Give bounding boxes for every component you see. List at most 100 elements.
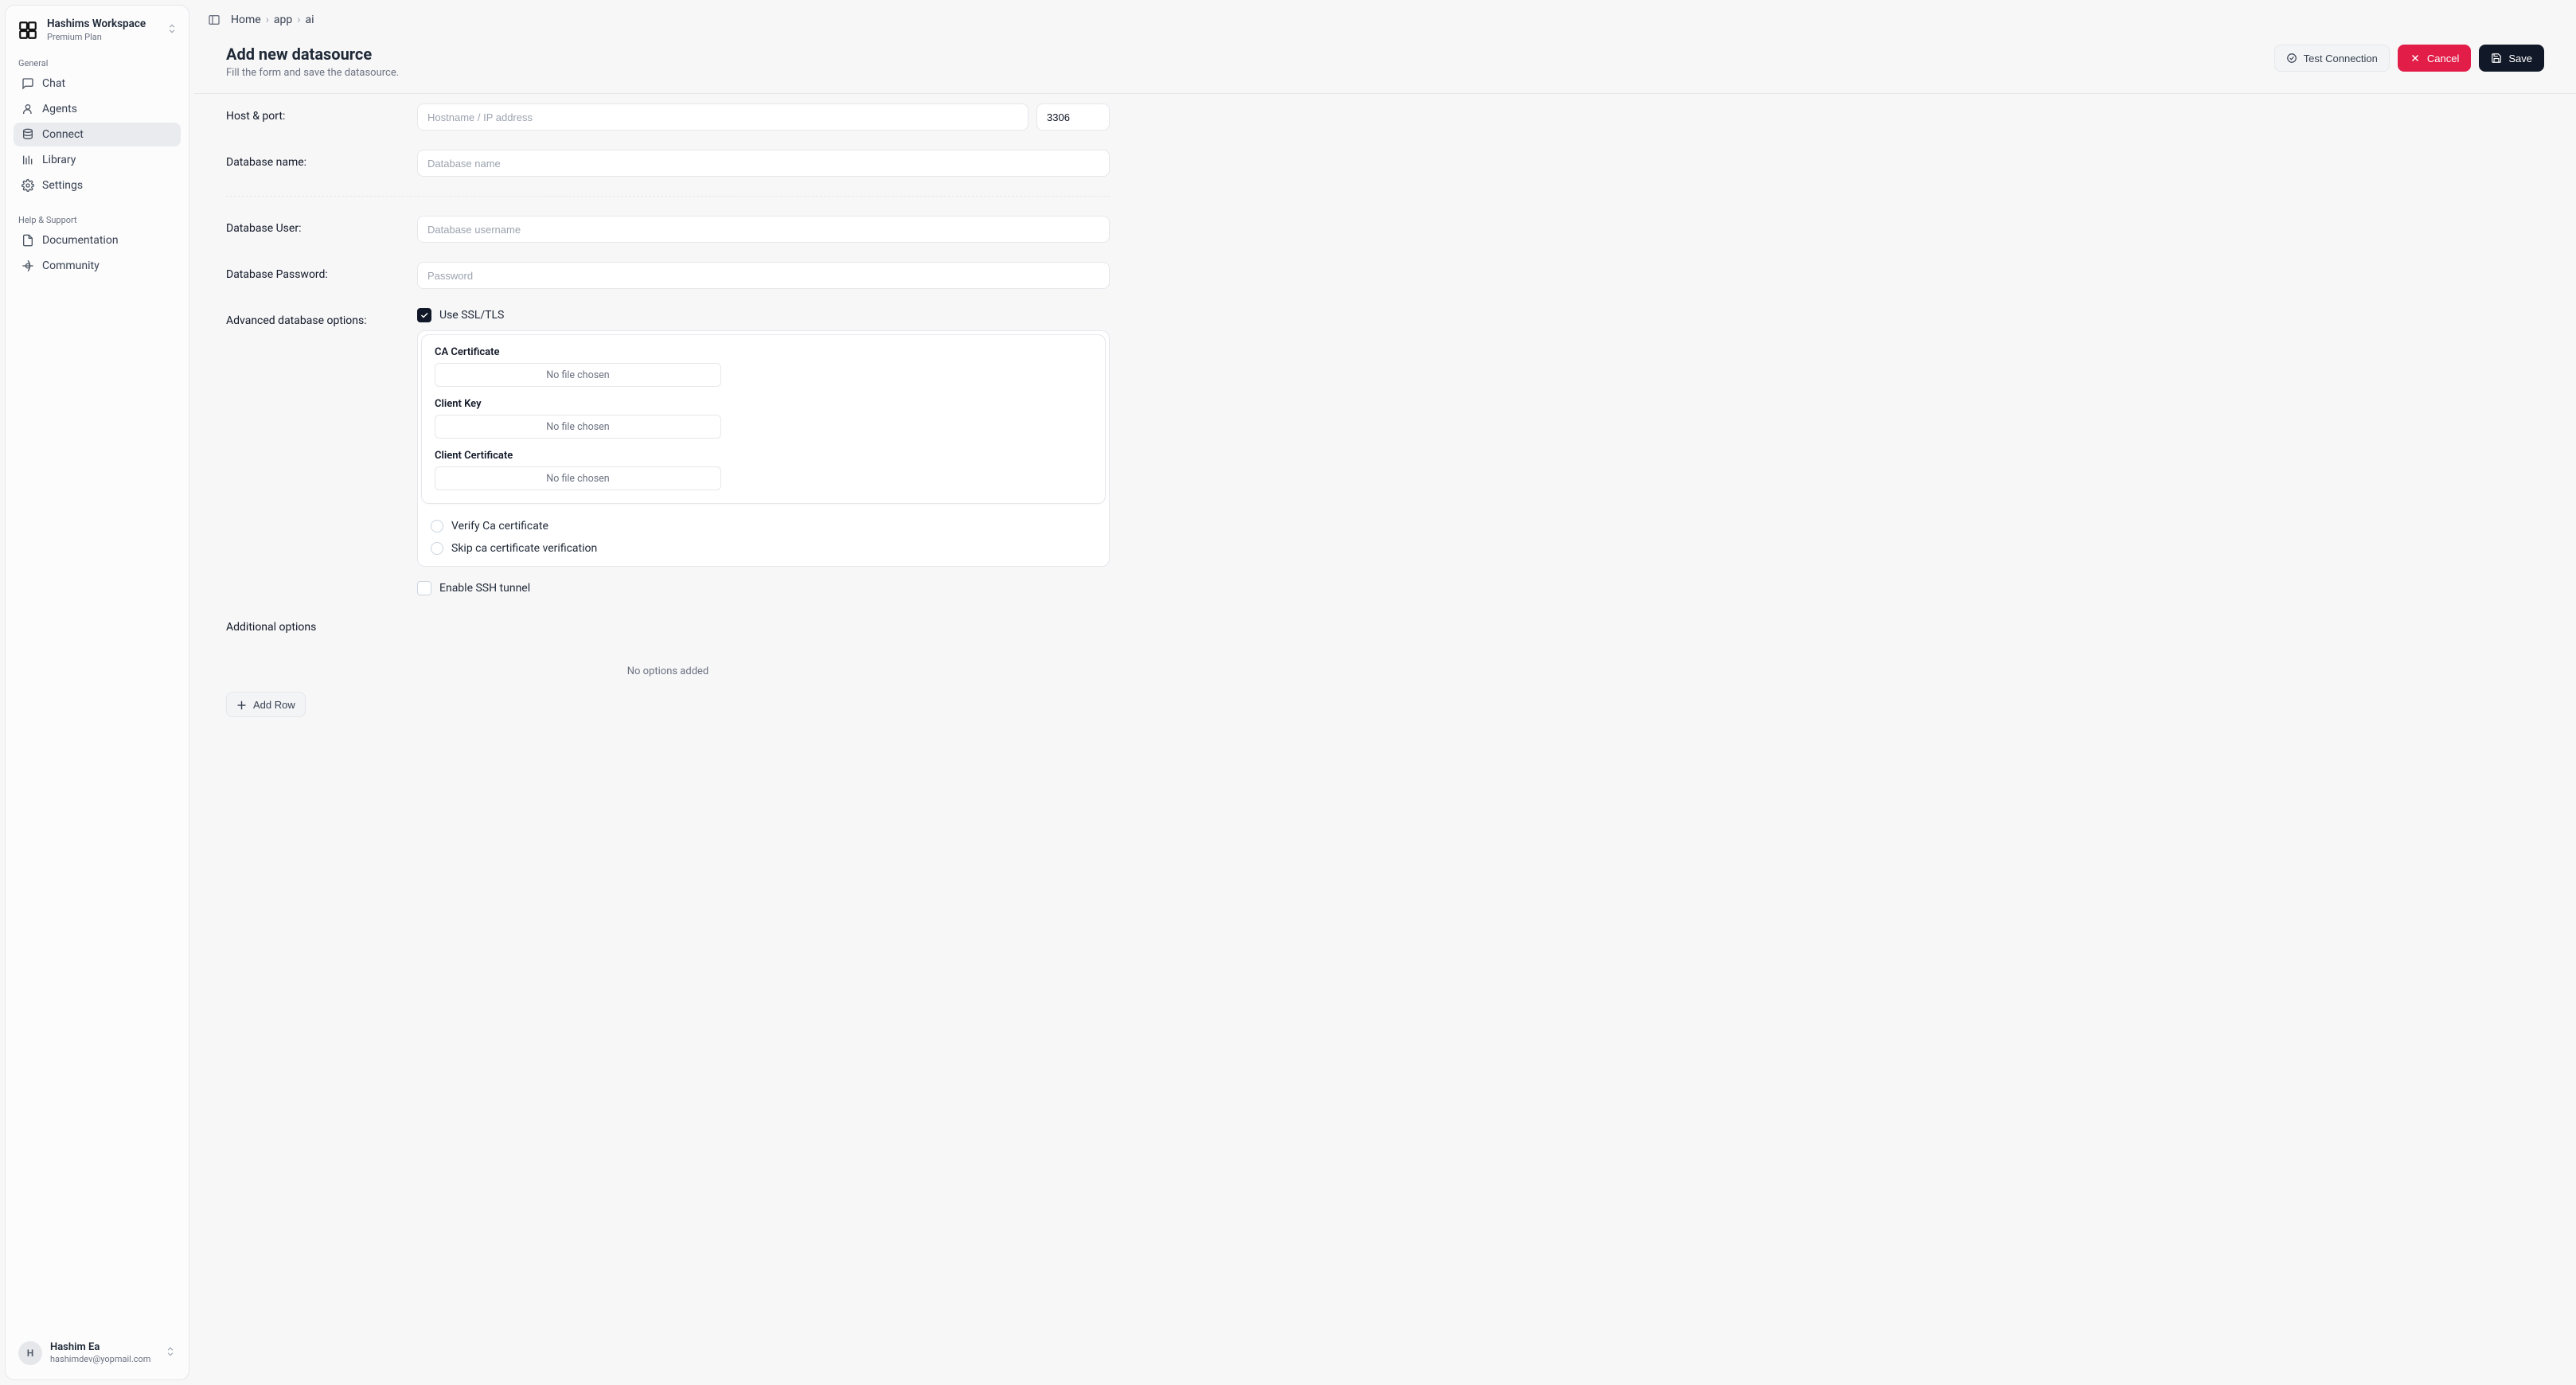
button-label: Test Connection <box>2304 53 2378 64</box>
sidebar-item-label: Documentation <box>42 234 119 247</box>
ssl-checkbox-label: Use SSL/TLS <box>439 309 504 322</box>
close-icon <box>2410 53 2421 64</box>
ssl-checkbox-row: Use SSL/TLS <box>417 308 1110 322</box>
ssl-checkbox[interactable] <box>417 308 431 322</box>
user-name: Hashim Ea <box>50 1342 150 1353</box>
row-dbname: Database name: <box>226 140 1110 186</box>
additional-label: Additional options <box>226 614 417 634</box>
client-cert-label: Client Certificate <box>435 450 1092 462</box>
sidebar-section-help: Help & Support <box>14 209 181 228</box>
row-dbpass: Database Password: <box>226 252 1110 298</box>
ssl-panel: CA Certificate No file chosen Client Key… <box>417 330 1110 567</box>
plus-icon: ＋ <box>236 697 247 712</box>
sidebar-item-documentation[interactable]: Documentation <box>14 228 181 252</box>
ssl-file-card: CA Certificate No file chosen Client Key… <box>421 334 1106 504</box>
topbar: Home › app › ai <box>194 0 2576 30</box>
skip-ca-label: Skip ca certificate verification <box>451 542 597 555</box>
workspace-switcher[interactable]: Hashims Workspace Premium Plan <box>14 14 181 52</box>
ssl-radio-group: Verify Ca certificate Skip ca certificat… <box>418 507 1109 566</box>
ca-cert-file-input[interactable]: No file chosen <box>435 363 721 387</box>
add-row-button[interactable]: ＋ Add Row <box>226 692 306 717</box>
form-scroll[interactable]: Host & port: Database name: Database Use… <box>194 94 2576 1385</box>
dashed-divider <box>226 196 1110 197</box>
community-icon <box>21 259 34 272</box>
breadcrumb: Home › app › ai <box>231 14 314 26</box>
sidebar: Hashims Workspace Premium Plan General C… <box>5 5 189 1380</box>
sidebar-item-label: Connect <box>42 128 84 141</box>
dbpass-label: Database Password: <box>226 262 417 281</box>
workspace-plan: Premium Plan <box>47 32 146 42</box>
row-advanced: Advanced database options: Use SSL/TLS C… <box>226 298 1110 605</box>
check-circle-icon <box>2286 53 2297 64</box>
button-label: Save <box>2508 53 2532 64</box>
no-options-text: No options added <box>226 643 1110 692</box>
sidebar-item-label: Chat <box>42 77 65 90</box>
client-key-file-input[interactable]: No file chosen <box>435 415 721 439</box>
sidebar-item-community[interactable]: Community <box>14 254 181 278</box>
ssh-checkbox[interactable] <box>417 581 431 595</box>
dbname-label: Database name: <box>226 150 417 169</box>
save-button[interactable]: Save <box>2479 45 2544 72</box>
chevrons-up-down-icon <box>166 23 178 37</box>
sidebar-item-connect[interactable]: Connect <box>14 123 181 146</box>
advanced-label: Advanced database options: <box>226 308 417 327</box>
dbpass-input[interactable] <box>417 262 1110 289</box>
sidebar-item-settings[interactable]: Settings <box>14 174 181 197</box>
row-dbuser: Database User: <box>226 206 1110 252</box>
port-input[interactable] <box>1036 103 1110 131</box>
sidebar-item-agents[interactable]: Agents <box>14 97 181 121</box>
chevrons-up-down-icon <box>165 1346 176 1360</box>
header-actions: Test Connection Cancel Save <box>2274 45 2544 72</box>
user-menu[interactable]: H Hashim Ea hashimdev@yopmail.com <box>14 1335 181 1371</box>
page-title: Add new datasource <box>226 45 399 64</box>
host-label: Host & port: <box>226 103 417 123</box>
chevron-right-icon: › <box>297 14 300 26</box>
settings-icon <box>21 179 34 192</box>
library-icon <box>21 154 34 166</box>
ca-cert-label: CA Certificate <box>435 346 1092 358</box>
sidebar-item-label: Community <box>42 259 100 272</box>
button-label: Add Row <box>253 699 295 711</box>
ssh-checkbox-row: Enable SSH tunnel <box>417 581 1110 595</box>
user-email: hashimdev@yopmail.com <box>50 1354 150 1364</box>
chat-icon <box>21 77 34 90</box>
row-additional: Additional options <box>226 605 1110 643</box>
sidebar-item-label: Library <box>42 154 76 166</box>
sidebar-item-label: Settings <box>42 179 83 192</box>
sidebar-item-chat[interactable]: Chat <box>14 72 181 96</box>
button-label: Cancel <box>2427 53 2459 64</box>
host-input[interactable] <box>417 103 1028 131</box>
test-connection-button[interactable]: Test Connection <box>2274 45 2390 72</box>
skip-ca-radio[interactable] <box>431 542 443 555</box>
sidebar-nav-general: Chat Agents Connect Library Settings <box>14 72 181 197</box>
workspace-name: Hashims Workspace <box>47 18 146 30</box>
sidebar-item-label: Agents <box>42 103 77 115</box>
client-key-label: Client Key <box>435 398 1092 410</box>
avatar: H <box>18 1341 42 1365</box>
breadcrumb-home[interactable]: Home <box>231 14 261 26</box>
page-subtitle: Fill the form and save the datasource. <box>226 67 399 79</box>
doc-icon <box>21 234 34 247</box>
page-header: Add new datasource Fill the form and sav… <box>194 30 2576 93</box>
client-cert-file-input[interactable]: No file chosen <box>435 466 721 490</box>
ssh-checkbox-label: Enable SSH tunnel <box>439 582 530 595</box>
sidebar-section-general: General <box>14 52 181 72</box>
connect-icon <box>21 128 34 141</box>
sidebar-toggle-button[interactable] <box>204 10 224 30</box>
dbname-input[interactable] <box>417 150 1110 177</box>
dbuser-input[interactable] <box>417 216 1110 243</box>
main: Home › app › ai Add new datasource Fill … <box>194 0 2576 1385</box>
breadcrumb-ai[interactable]: ai <box>305 14 314 26</box>
row-host: Host & port: <box>226 94 1110 140</box>
verify-ca-radio[interactable] <box>431 520 443 533</box>
verify-ca-label: Verify Ca certificate <box>451 520 548 533</box>
cancel-button[interactable]: Cancel <box>2398 45 2471 72</box>
save-icon <box>2491 53 2502 64</box>
dbuser-label: Database User: <box>226 216 417 235</box>
agents-icon <box>21 103 34 115</box>
chevron-right-icon: › <box>266 14 269 26</box>
sidebar-item-library[interactable]: Library <box>14 148 181 172</box>
breadcrumb-app[interactable]: app <box>274 14 292 26</box>
sidebar-nav-help: Documentation Community <box>14 228 181 278</box>
workspace-logo-icon <box>17 19 39 41</box>
